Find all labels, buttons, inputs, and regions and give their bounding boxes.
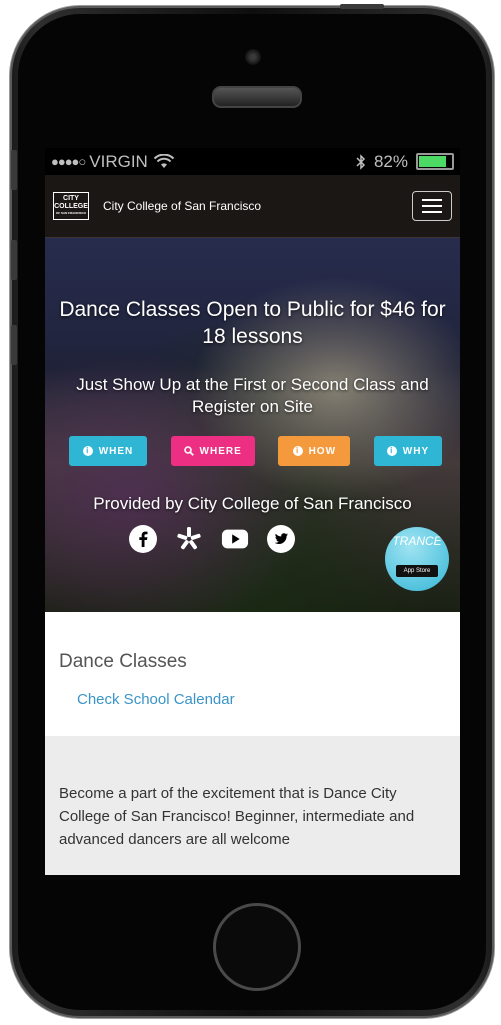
social-links [129, 525, 295, 553]
info-icon: i [292, 446, 303, 456]
hamburger-menu-button[interactable] [412, 191, 452, 221]
why-button[interactable]: i WHY [373, 436, 442, 466]
earpiece-speaker [212, 86, 302, 108]
provided-by-text: Provided by City College of San Francisc… [93, 494, 412, 513]
mute-switch [11, 150, 17, 190]
hamburger-icon-bar [422, 199, 442, 201]
youtube-icon[interactable] [221, 525, 249, 553]
hero-button-group: i WHEN WHERE i HOW i WHY [69, 436, 442, 466]
site-name[interactable]: City College of San Francisco [103, 199, 261, 213]
description-text: Become a part of the excitement that is … [59, 785, 415, 848]
front-camera [245, 49, 261, 65]
when-button-label: WHEN [98, 445, 134, 457]
facebook-icon[interactable] [129, 525, 157, 553]
when-button[interactable]: i WHEN [69, 436, 147, 466]
site-logo[interactable]: CITY COLLEGE OF SAN FRANCISCO [53, 192, 89, 220]
phone-screen: ●●●●○ VIRGIN 82% CITY COLLEGE OF SAN FRA… [45, 148, 460, 875]
trance-app-badge[interactable]: TRANCE App Store [385, 527, 449, 591]
why-button-label: WHY [402, 445, 430, 457]
check-calendar-link[interactable]: Check School Calendar [77, 691, 235, 708]
volume-down-button [11, 325, 17, 365]
status-bar: ●●●●○ VIRGIN 82% [45, 148, 460, 175]
power-button [340, 4, 384, 9]
logo-line-3: OF SAN FRANCISCO [56, 211, 86, 215]
how-button[interactable]: i HOW [278, 436, 351, 466]
description-section: Become a part of the excitement that is … [45, 736, 460, 875]
battery-percent: 82% [373, 151, 408, 171]
logo-line-1: CITY [63, 195, 79, 202]
hero-banner: Dance Classes Open to Public for $46 for… [45, 238, 460, 612]
where-button[interactable]: WHERE [170, 436, 255, 466]
volume-up-button [11, 240, 17, 280]
how-button-label: HOW [308, 445, 337, 457]
signal-strength-icon: ●●●●○ [51, 154, 86, 169]
search-icon [183, 446, 194, 456]
home-button[interactable] [213, 903, 301, 991]
bluetooth-icon [356, 153, 366, 170]
yelp-icon[interactable] [175, 525, 203, 553]
carrier-name: VIRGIN [89, 151, 148, 171]
where-button-label: WHERE [199, 445, 242, 457]
info-icon: i [386, 446, 397, 456]
logo-line-2: COLLEGE [54, 203, 88, 210]
section-title: Dance Classes [59, 651, 187, 672]
hero-title: Dance Classes Open to Public for $46 for… [59, 298, 446, 348]
hero-subtitle: Just Show Up at the First or Second Clas… [76, 375, 429, 416]
trance-app-title: TRANCE [392, 534, 442, 548]
battery-icon [416, 153, 454, 170]
wifi-icon [153, 154, 174, 168]
info-icon: i [82, 446, 93, 456]
hamburger-icon-bar [422, 205, 442, 207]
hamburger-icon-bar [422, 211, 442, 213]
site-navbar: CITY COLLEGE OF SAN FRANCISCO City Colle… [45, 175, 460, 238]
twitter-icon[interactable] [267, 525, 295, 553]
classes-section: Dance Classes Check School Calendar [45, 612, 460, 736]
app-store-badge[interactable]: App Store [396, 565, 438, 577]
